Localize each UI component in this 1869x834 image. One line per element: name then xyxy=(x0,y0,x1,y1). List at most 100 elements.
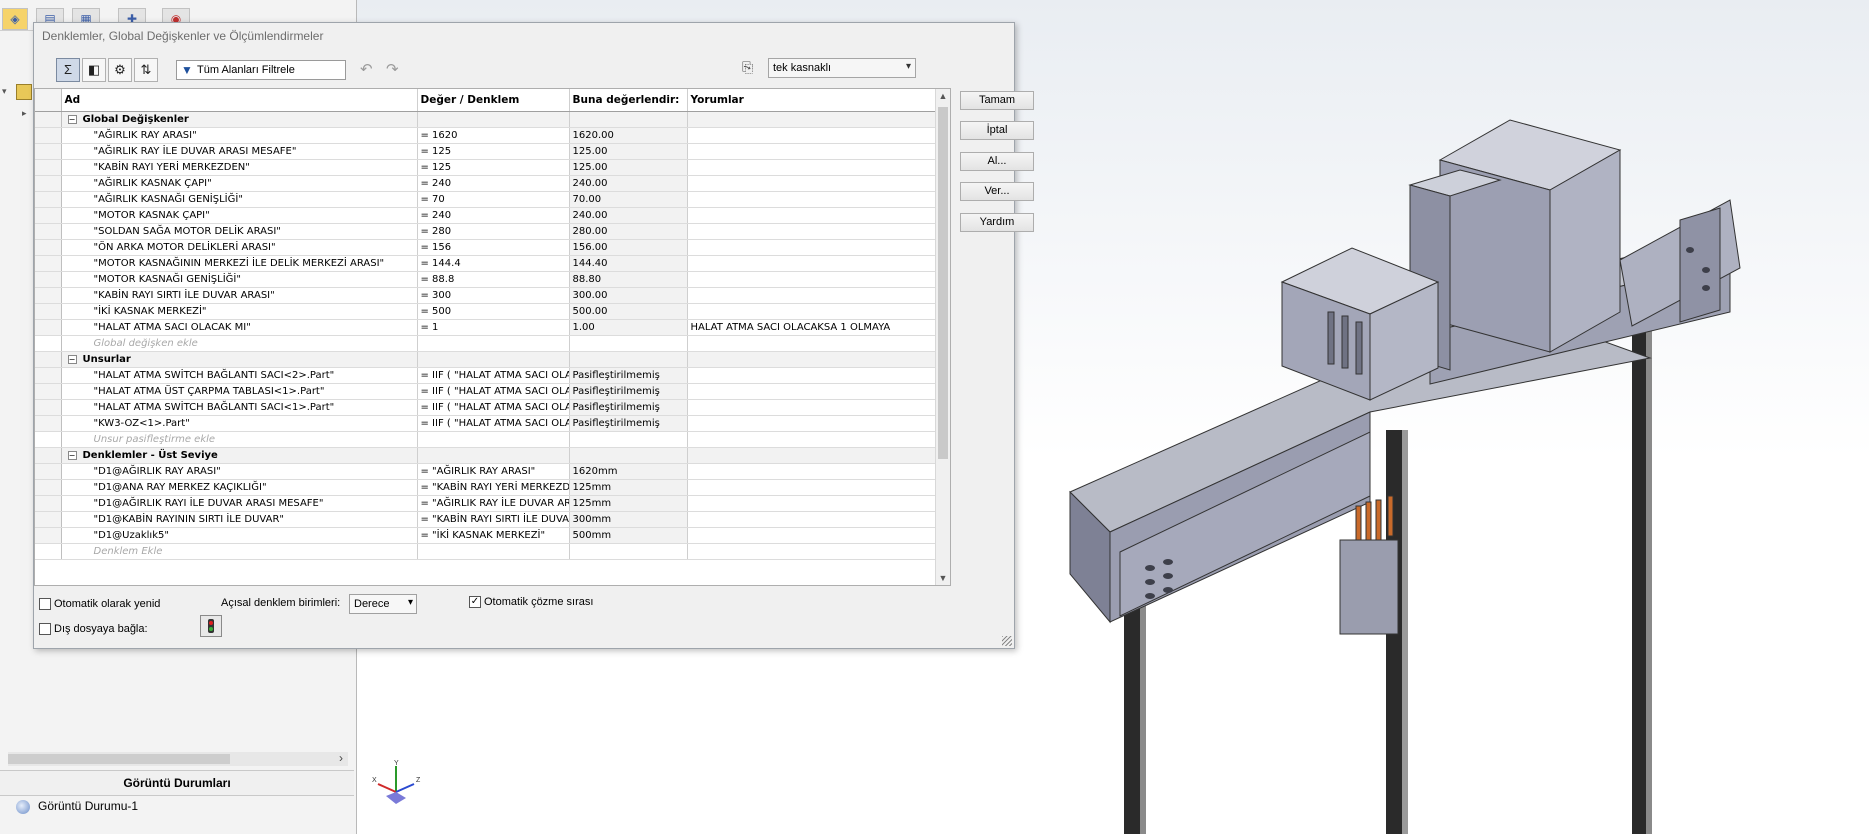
value-cell[interactable]: = 500 xyxy=(417,303,570,320)
comment-cell[interactable] xyxy=(687,415,936,432)
value-cell[interactable]: = 125 xyxy=(417,159,570,176)
table-row[interactable]: "D1@AĞIRLIK RAY ARASI" = "AĞIRLIK RAY ARA… xyxy=(35,463,936,480)
export-button[interactable]: Ver... xyxy=(960,182,1034,201)
vertical-scrollbar[interactable]: ▲ ▼ xyxy=(935,89,950,585)
display-state-item[interactable]: Görüntü Durumu-1 xyxy=(16,797,138,815)
table-row[interactable]: "MOTOR KASNAĞININ MERKEZİ İLE DELİK MERK… xyxy=(35,255,936,272)
add-row[interactable]: Denklem Ekle xyxy=(35,543,936,560)
comment-cell[interactable] xyxy=(687,255,936,272)
table-row[interactable]: "ÖN ARKA MOTOR DELİKLERİ ARASI" = 156 156.… xyxy=(35,239,936,256)
collapse-group-icon[interactable]: − xyxy=(67,114,77,124)
name-cell[interactable]: "AĞIRLIK KASNAK ÇAPI" xyxy=(61,175,418,192)
value-cell[interactable]: = 300 xyxy=(417,287,570,304)
name-cell[interactable]: "D1@AĞIRLIK RAYI İLE DUVAR ARASI MESAFE" xyxy=(61,495,418,512)
table-row[interactable]: "KABİN RAYI SIRTI İLE DUVAR ARASI" = 300 3… xyxy=(35,287,936,304)
table-row[interactable]: "AĞIRLIK RAY ARASI" = 1620 1620.00 xyxy=(35,127,936,144)
name-cell[interactable]: "HALAT ATMA SACI OLACAK MI" xyxy=(61,319,418,336)
table-group-row[interactable]: − Global Değişkenler xyxy=(35,111,936,128)
horizontal-scrollbar[interactable]: › xyxy=(8,752,348,766)
scroll-down-icon[interactable]: ▼ xyxy=(936,573,950,583)
row-gutter[interactable] xyxy=(35,191,62,208)
name-cell[interactable]: "AĞIRLIK RAY İLE DUVAR ARASI MESAFE" xyxy=(61,143,418,160)
row-gutter[interactable] xyxy=(35,303,62,320)
row-gutter[interactable] xyxy=(35,399,62,416)
comment-cell[interactable] xyxy=(687,463,936,480)
comment-cell[interactable] xyxy=(687,207,936,224)
scroll-right-icon[interactable]: › xyxy=(334,752,348,766)
table-row[interactable]: "İKİ KASNAK MERKEZİ" = 500 500.00 xyxy=(35,303,936,320)
table-group-row[interactable]: − Denklemler - Üst Seviye xyxy=(35,447,936,464)
row-gutter[interactable] xyxy=(35,479,62,496)
row-gutter[interactable] xyxy=(35,367,62,384)
name-cell[interactable]: "D1@KABİN RAYININ SIRTI İLE DUVAR" xyxy=(61,511,418,528)
table-row[interactable]: "KABİN RAYI YERİ MERKEZDEN" = 125 125.00 xyxy=(35,159,936,176)
scroll-up-icon[interactable]: ▲ xyxy=(936,91,950,101)
name-cell[interactable]: "HALAT ATMA SWİTCH BAĞLANTI SACI<1>.Part… xyxy=(61,399,418,416)
value-cell[interactable]: = 1620 xyxy=(417,127,570,144)
value-cell[interactable]: = "AĞIRLIK RAY İLE DUVAR AR xyxy=(417,495,570,512)
comment-cell[interactable] xyxy=(687,303,936,320)
add-row-cell[interactable]: Unsur pasifleştirme ekle xyxy=(61,431,418,448)
redo-icon[interactable]: ↷ xyxy=(386,60,399,78)
table-row[interactable]: "MOTOR KASNAK ÇAPI" = 240 240.00 xyxy=(35,207,936,224)
collapse-group-icon[interactable]: − xyxy=(67,450,77,460)
comment-cell[interactable] xyxy=(687,239,936,256)
table-row[interactable]: "SOLDAN SAĞA MOTOR DELİK ARASI" = 280 280.… xyxy=(35,223,936,240)
comment-cell[interactable] xyxy=(687,479,936,496)
sketch-equation-view-icon[interactable]: ◧ xyxy=(82,58,106,82)
row-gutter[interactable] xyxy=(35,495,62,512)
table-row[interactable]: "HALAT ATMA SWİTCH BAĞLANTI SACI<1>.Part… xyxy=(35,399,936,416)
name-cell[interactable]: "MOTOR KASNAK ÇAPI" xyxy=(61,207,418,224)
name-cell[interactable]: "İKİ KASNAK MERKEZİ" xyxy=(61,303,418,320)
help-button[interactable]: Yardım xyxy=(960,213,1034,232)
table-row[interactable]: "HALAT ATMA SACI OLACAK MI" = 1 1.00 HALAT … xyxy=(35,319,936,336)
row-gutter[interactable] xyxy=(35,287,62,304)
row-gutter[interactable] xyxy=(35,415,62,432)
table-row[interactable]: "HALAT ATMA ÜST ÇARPMA TABLASI<1>.Part" =… xyxy=(35,383,936,400)
name-cell[interactable]: "D1@AĞIRLIK RAY ARASI" xyxy=(61,463,418,480)
name-cell[interactable]: "D1@ANA RAY MERKEZ KAÇIKLIĞI" xyxy=(61,479,418,496)
group-title-cell[interactable]: − Global Değişkenler xyxy=(61,111,418,128)
filter-input[interactable]: ▼ Tüm Alanları Filtrele xyxy=(176,60,346,80)
row-gutter[interactable] xyxy=(35,127,62,144)
comment-cell[interactable] xyxy=(687,367,936,384)
name-cell[interactable]: "D1@Uzaklık5" xyxy=(61,527,418,544)
value-cell[interactable]: = IIF ( "HALAT ATMA SACI OLA xyxy=(417,415,570,432)
comment-cell[interactable] xyxy=(687,127,936,144)
collapse-group-icon[interactable]: − xyxy=(67,354,77,364)
auto-solve-checkbox[interactable]: ✓ xyxy=(469,596,481,608)
tree-collapse-arrow-icon[interactable]: ▾ xyxy=(2,86,7,97)
ordered-view-icon[interactable]: ⇅ xyxy=(134,58,158,82)
row-gutter[interactable] xyxy=(35,255,62,272)
value-cell[interactable]: = 240 xyxy=(417,207,570,224)
name-cell[interactable]: "AĞIRLIK KASNAĞI GENİŞLİĞİ" xyxy=(61,191,418,208)
add-row[interactable]: Global değişken ekle xyxy=(35,335,936,352)
column-header-evaluates[interactable]: Buna değerlendir: xyxy=(569,89,688,112)
name-cell[interactable]: "MOTOR KASNAĞI GENİŞLİĞİ" xyxy=(61,271,418,288)
table-row[interactable]: "D1@AĞIRLIK RAYI İLE DUVAR ARASI MESAFE"… xyxy=(35,495,936,512)
auto-rebuild-checkbox[interactable] xyxy=(39,598,51,610)
name-cell[interactable]: "HALAT ATMA SWİTCH BAĞLANTI SACI<2>.Part… xyxy=(61,367,418,384)
configuration-select[interactable]: tek kasnaklı ▾ xyxy=(768,58,916,78)
dimension-view-icon[interactable]: ⚙ xyxy=(108,58,132,82)
value-cell[interactable]: = "KABİN RAYI YERİ MERKEZDE xyxy=(417,479,570,496)
tree-expand-arrow-icon[interactable]: ▸ xyxy=(22,108,27,119)
resize-grip-icon[interactable] xyxy=(1002,636,1012,646)
cancel-button[interactable]: İptal xyxy=(960,121,1034,140)
row-gutter[interactable] xyxy=(35,511,62,528)
row-gutter[interactable] xyxy=(35,527,62,544)
table-row[interactable]: "D1@ANA RAY MERKEZ KAÇIKLIĞI" = "KABİN RA… xyxy=(35,479,936,496)
comment-cell[interactable] xyxy=(687,399,936,416)
value-cell[interactable]: = 240 xyxy=(417,175,570,192)
value-cell[interactable]: = 88.8 xyxy=(417,271,570,288)
value-cell[interactable]: = IIF ( "HALAT ATMA SACI OLA xyxy=(417,399,570,416)
comment-cell[interactable] xyxy=(687,287,936,304)
comment-cell[interactable] xyxy=(687,527,936,544)
name-cell[interactable]: "KABİN RAYI YERİ MERKEZDEN" xyxy=(61,159,418,176)
comment-cell[interactable] xyxy=(687,271,936,288)
table-row[interactable]: "D1@KABİN RAYININ SIRTI İLE DUVAR" = "KAB… xyxy=(35,511,936,528)
name-cell[interactable]: "ÖN ARKA MOTOR DELİKLERİ ARASI" xyxy=(61,239,418,256)
value-cell[interactable]: = 1 xyxy=(417,319,570,336)
comment-cell[interactable]: HALAT ATMA SACI OLACAKSA 1 OLMAYA xyxy=(687,319,936,336)
add-row-cell[interactable]: Denklem Ekle xyxy=(61,543,418,560)
